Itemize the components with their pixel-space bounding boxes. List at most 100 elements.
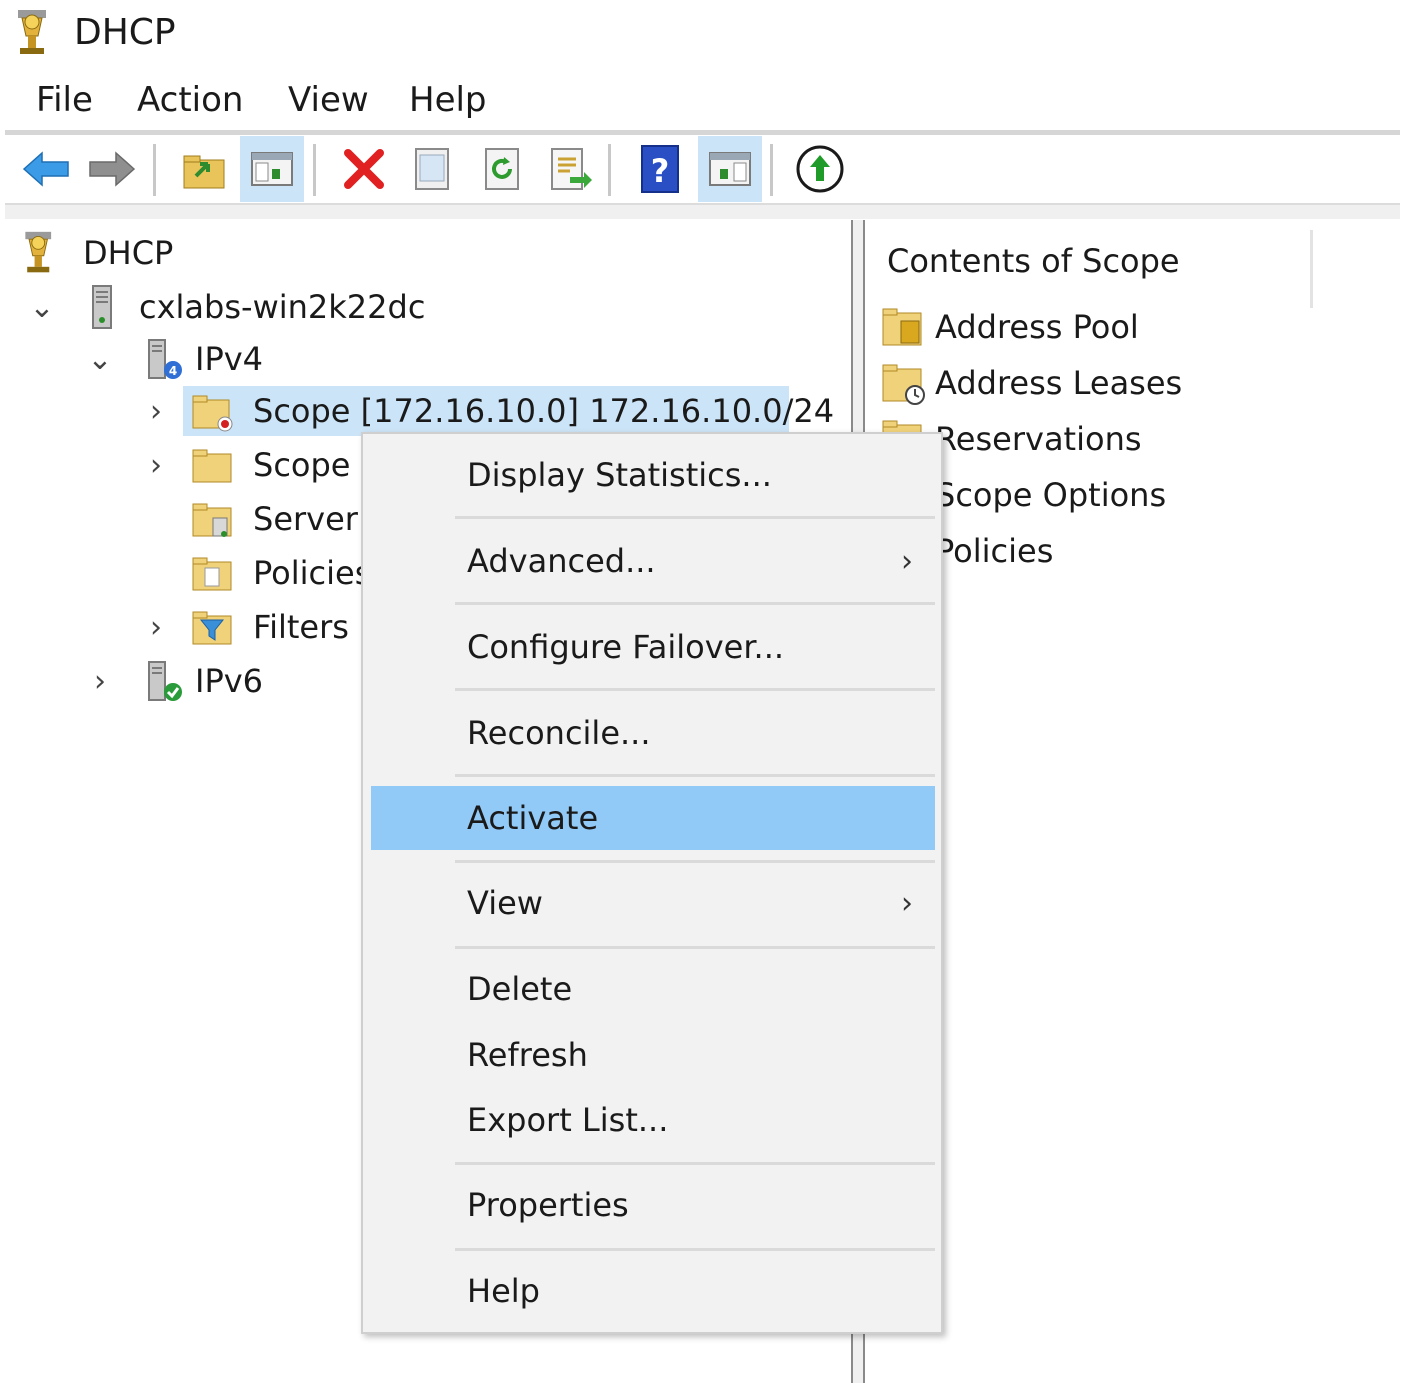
- toolbar-separator: [608, 144, 611, 196]
- delete-button[interactable]: [332, 136, 396, 202]
- tree-node-ipv6[interactable]: › IPv6: [5, 656, 365, 706]
- filter-icon: [192, 611, 232, 645]
- ipv6-icon: [148, 661, 182, 701]
- menu-item-refresh[interactable]: Refresh: [371, 1024, 935, 1086]
- toolbar-separator: [153, 144, 156, 196]
- chevron-down-icon[interactable]: ⌄: [27, 290, 57, 325]
- menu-separator: [455, 860, 935, 863]
- tree-node-server-options[interactable]: Server (: [5, 494, 381, 544]
- menu-item-delete[interactable]: Delete: [371, 958, 935, 1020]
- menu-action[interactable]: Action: [137, 80, 243, 120]
- forward-button[interactable]: [80, 136, 144, 202]
- chevron-down-icon[interactable]: ⌄: [85, 342, 115, 377]
- content-column-header[interactable]: Contents of Scope: [887, 242, 1180, 280]
- menu-item-reconcile[interactable]: Reconcile...: [371, 702, 935, 764]
- tree-label-scope-2: Scope [: [253, 446, 374, 484]
- tree-node-scope-172-16-10-0[interactable]: › Scope [172.16.10.0] 172.16.10.0/24: [5, 386, 834, 436]
- tree-label-policies: Policies: [253, 554, 372, 592]
- menu-item-properties[interactable]: Properties: [371, 1174, 935, 1236]
- policies-icon: [192, 557, 232, 591]
- content-item-address-leases[interactable]: Address Leases: [879, 358, 1279, 408]
- export-list-button[interactable]: [538, 136, 602, 202]
- tree-node-server[interactable]: ⌄ cxlabs-win2k22dc: [5, 282, 505, 332]
- content-label-scope-options: Scope Options: [935, 476, 1167, 514]
- refresh-icon: [485, 148, 519, 190]
- chevron-right-icon[interactable]: ›: [141, 448, 171, 483]
- tree-node-scope-2[interactable]: › Scope [: [5, 440, 373, 490]
- menu-view[interactable]: View: [288, 80, 369, 120]
- export-list-icon: [551, 148, 592, 190]
- ipv4-icon: 4: [148, 339, 182, 379]
- menu-help[interactable]: Help: [409, 80, 487, 120]
- properties-button[interactable]: [400, 136, 464, 202]
- show-hide-action-pane-button[interactable]: [698, 136, 762, 202]
- column-divider[interactable]: [1310, 230, 1313, 308]
- up-one-level-button[interactable]: [172, 136, 236, 202]
- results-pane: Contents of Scope Address Pool Address L…: [867, 220, 1409, 1383]
- menu-separator: [455, 774, 935, 777]
- activate-button[interactable]: [788, 136, 852, 202]
- menu-item-advanced[interactable]: Advanced... ›: [371, 530, 935, 592]
- menu-label-display-statistics: Display Statistics...: [467, 456, 772, 494]
- tree-node-dhcp[interactable]: DHCP: [5, 228, 305, 278]
- menu-item-help[interactable]: Help: [371, 1260, 935, 1322]
- menu-file[interactable]: File: [36, 80, 93, 120]
- help-icon: ?: [641, 145, 679, 193]
- back-button[interactable]: [14, 136, 78, 202]
- menu-label-reconcile: Reconcile...: [467, 714, 651, 752]
- server-icon: [92, 285, 112, 329]
- chevron-right-icon[interactable]: ›: [141, 610, 171, 645]
- menu-separator: [455, 602, 935, 605]
- chevron-right-icon[interactable]: ›: [141, 394, 171, 429]
- submenu-arrow-icon: ›: [901, 543, 913, 579]
- help-button[interactable]: ?: [628, 136, 692, 202]
- menu-item-view[interactable]: View ›: [371, 872, 935, 934]
- tree-node-filters[interactable]: › Filters: [5, 602, 365, 652]
- tree-label-ipv4: IPv4: [195, 340, 264, 378]
- menu-bar: File Action View Help: [0, 70, 1409, 130]
- svg-text:?: ?: [651, 152, 670, 190]
- menu-label-advanced: Advanced...: [467, 542, 656, 580]
- content-label-address-leases: Address Leases: [935, 364, 1183, 402]
- chevron-right-icon[interactable]: ›: [85, 664, 115, 699]
- menu-item-activate[interactable]: Activate: [371, 786, 935, 850]
- back-arrow-icon: [22, 151, 69, 187]
- menu-label-view: View: [467, 884, 543, 922]
- tree-label-ipv6: IPv6: [195, 662, 264, 700]
- menu-item-export-list[interactable]: Export List...: [371, 1089, 935, 1151]
- menu-separator: [455, 688, 935, 691]
- show-hide-action-pane-icon: [709, 152, 751, 186]
- tree-label-filters: Filters: [253, 608, 349, 646]
- menu-separator: [455, 1248, 935, 1251]
- submenu-arrow-icon: ›: [901, 885, 913, 921]
- show-hide-console-tree-button[interactable]: [240, 136, 304, 202]
- tree-node-policies[interactable]: Policies: [5, 548, 371, 598]
- menu-separator: [455, 1162, 935, 1165]
- content-label-policies: Policies: [935, 532, 1054, 570]
- refresh-button[interactable]: [470, 136, 534, 202]
- dhcp-root-icon: [25, 231, 52, 273]
- tree-label-scope-1: Scope [172.16.10.0] 172.16.10.0/24: [253, 392, 835, 430]
- menu-item-configure-failover[interactable]: Configure Failover...: [371, 616, 935, 678]
- menu-label-properties: Properties: [467, 1186, 629, 1224]
- server-options-icon: [192, 503, 232, 537]
- menu-label-export-list: Export List...: [467, 1101, 669, 1139]
- menu-label-activate: Activate: [467, 799, 599, 837]
- content-item-address-pool[interactable]: Address Pool: [879, 302, 1279, 352]
- tree-label-dhcp: DHCP: [83, 234, 174, 272]
- window-title: DHCP: [74, 12, 176, 53]
- address-leases-icon: [882, 364, 925, 405]
- content-label-address-pool: Address Pool: [935, 308, 1139, 346]
- menu-label-configure-failover: Configure Failover...: [467, 628, 785, 666]
- activate-icon: [796, 145, 844, 193]
- scope-folder-icon: [192, 449, 232, 483]
- title-bar: DHCP: [0, 0, 1409, 68]
- content-label-reservations: Reservations: [935, 420, 1142, 458]
- menu-separator: [455, 946, 935, 949]
- svg-text:4: 4: [169, 364, 177, 378]
- up-folder-icon: [183, 155, 225, 189]
- tree-node-ipv4[interactable]: ⌄ 4 IPv4: [5, 334, 405, 384]
- menu-separator: [455, 516, 935, 519]
- menu-item-display-statistics[interactable]: Display Statistics...: [371, 444, 935, 506]
- toolbar-pane-divider: [5, 203, 1400, 219]
